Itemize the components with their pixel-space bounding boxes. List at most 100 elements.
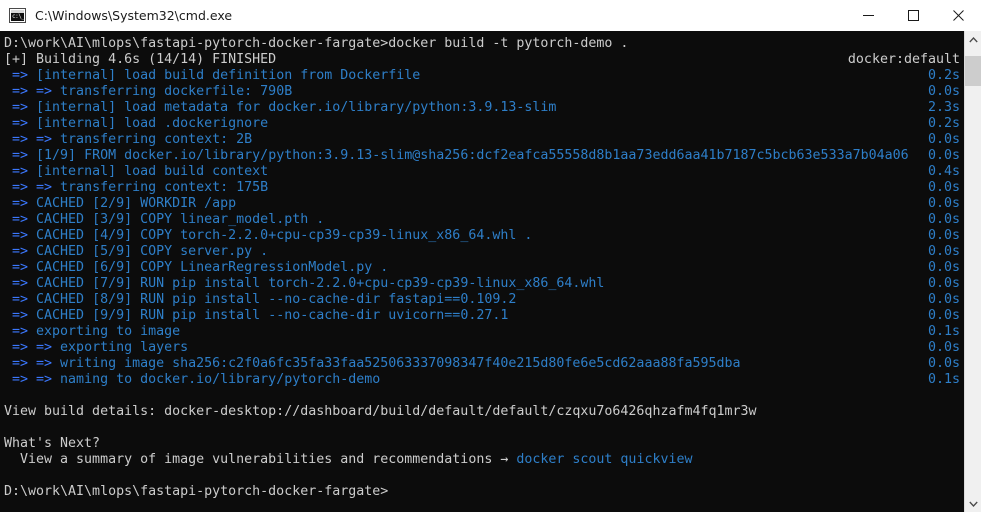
console-segment: => [4,68,37,83]
console-line: => [internal] load build definition from… [0,68,964,84]
console-segment: => => [4,180,61,195]
console-line-timing: 0.1s [927,372,960,387]
console-line-text: => => exporting layers [4,340,188,355]
minimize-button[interactable] [846,0,891,31]
console-line: => exporting to image 0.1s [0,324,964,340]
console-segment: => [4,308,37,323]
title-bar[interactable]: c:\_ C:\Windows\System32\cmd.exe [0,0,981,31]
console-segment: exporting layers [60,340,189,355]
console-line-text: => => transferring context: 2B [4,132,252,147]
console-segment: docker scout quickview [516,452,693,467]
console-line-text: => CACHED [8/9] RUN pip install --no-cac… [4,292,516,307]
console-segment: => [4,292,37,307]
console-segment: => [4,260,37,275]
console-line-timing: 0.0s [927,196,960,211]
console-line-text: D:\work\AI\mlops\fastapi-pytorch-docker-… [4,36,628,51]
console-line: View a summary of image vulnerabilities … [0,452,964,468]
console-segment: What's Next? [4,436,101,451]
console-line: => CACHED [2/9] WORKDIR /app 0.0s [0,196,964,212]
console-segment: => => [4,84,61,99]
console-segment: => [4,228,37,243]
console-area[interactable]: D:\work\AI\mlops\fastapi-pytorch-docker-… [0,31,981,512]
console-line-timing: 0.0s [927,308,960,323]
console-segment: => [4,148,37,163]
console-segment: => [4,100,37,115]
vertical-scrollbar[interactable] [964,31,981,512]
console-line-timing: 0.2s [927,116,960,131]
console-line-text: => => transferring context: 175B [4,180,268,195]
console-segment: CACHED [4/9] COPY torch-2.2.0+cpu-cp39-c… [36,228,533,243]
console-line-text: => CACHED [3/9] COPY linear_model.pth . [4,212,324,227]
scroll-up-button[interactable] [965,31,981,48]
console-line-text: [+] Building 4.6s (14/14) FINISHED [4,52,276,67]
console-line-timing: 0.2s [927,68,960,83]
console-segment: CACHED [6/9] COPY LinearRegressionModel.… [36,260,389,275]
console-line: What's Next? [0,436,964,452]
console-line: => CACHED [5/9] COPY server.py . 0.0s [0,244,964,260]
console-segment: [internal] load .dockerignore [36,116,269,131]
console-line-timing: 0.0s [927,212,960,227]
console-line-timing: 2.3s [927,100,960,115]
console-line-timing: docker:default [847,52,960,67]
console-line-timing: 0.0s [927,292,960,307]
console-segment: => [4,324,37,339]
console-line: => CACHED [4/9] COPY torch-2.2.0+cpu-cp3… [0,228,964,244]
console-line: => => exporting layers 0.0s [0,340,964,356]
console-line-timing: 0.1s [927,324,960,339]
console-line-text: => CACHED [5/9] COPY server.py . [4,244,268,259]
console-segment: writing image sha256:c2f0a6fc35fa33faa52… [60,356,741,371]
scrollbar-thumb[interactable] [965,56,981,86]
console-segment: => [4,212,37,227]
console-segment: [1/9] FROM docker.io/library/python:3.9.… [36,148,909,163]
console-line: D:\work\AI\mlops\fastapi-pytorch-docker-… [0,484,964,500]
console-line: => => writing image sha256:c2f0a6fc35fa3… [0,356,964,372]
console-line-timing: 0.0s [927,148,960,163]
console-segment: CACHED [9/9] RUN pip install --no-cache-… [36,308,509,323]
cmd-console-icon: c:\_ [9,7,26,23]
console-line-text: D:\work\AI\mlops\fastapi-pytorch-docker-… [4,484,388,499]
window-title: C:\Windows\System32\cmd.exe [35,7,233,23]
console-line-text: => [internal] load .dockerignore [4,116,268,131]
console-segment: CACHED [3/9] COPY linear_model.pth . [36,212,325,227]
close-icon [953,10,964,21]
console-line: => => transferring context: 175B 0.0s [0,180,964,196]
console-line: => => transferring dockerfile: 790B 0.0s [0,84,964,100]
console-line-text: => [internal] load metadata for docker.i… [4,100,556,115]
scrollbar-track[interactable] [965,48,981,495]
console-line: D:\work\AI\mlops\fastapi-pytorch-docker-… [0,36,964,52]
console-segment: CACHED [8/9] RUN pip install --no-cache-… [36,292,517,307]
maximize-button[interactable] [891,0,936,31]
minimize-icon [863,15,874,16]
console-segment: [internal] load build context [36,164,269,179]
console-line: View build details: docker-desktop://das… [0,404,964,420]
console-segment: => [4,196,37,211]
console-line-timing: 0.0s [927,228,960,243]
window-controls [846,0,981,31]
console-output[interactable]: D:\work\AI\mlops\fastapi-pytorch-docker-… [0,31,964,512]
console-line-text: => [internal] load build context [4,164,268,179]
console-line-text: => => writing image sha256:c2f0a6fc35fa3… [4,356,741,371]
console-segment: View build details: docker-desktop://das… [4,404,757,419]
cmd-icon-prompt-text: c:\_ [12,12,25,20]
scroll-down-button[interactable] [965,495,981,512]
console-line-timing: 0.0s [927,276,960,291]
console-line-text: => [internal] load build definition from… [4,68,420,83]
console-segment: View a summary of image vulnerabilities … [4,452,517,467]
console-line-text: View build details: docker-desktop://das… [4,404,757,419]
console-line-timing: 0.0s [927,356,960,371]
cmd-window: c:\_ C:\Windows\System32\cmd.exe D:\work… [0,0,981,512]
console-segment: => => [4,340,61,355]
console-line: => CACHED [9/9] RUN pip install --no-cac… [0,308,964,324]
console-line: => [1/9] FROM docker.io/library/python:3… [0,148,964,164]
console-line-timing: 0.0s [927,132,960,147]
maximize-icon [908,10,919,21]
console-line-text: => => naming to docker.io/library/pytorc… [4,372,380,387]
close-button[interactable] [936,0,981,31]
console-line: => [internal] load .dockerignore 0.2s [0,116,964,132]
console-line: [+] Building 4.6s (14/14) FINISHED docker… [0,52,964,68]
console-line: => CACHED [7/9] RUN pip install torch-2.… [0,276,964,292]
console-line-timing: 0.0s [927,340,960,355]
